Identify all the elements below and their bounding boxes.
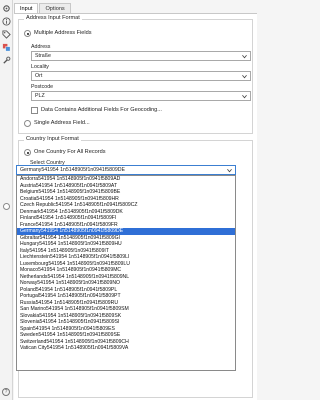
help-icon[interactable]: ? [2,388,10,396]
chevron-down-icon [227,168,232,173]
chevron-down-icon [242,74,247,79]
country-dropdown-list[interactable]: Andorra541954 1n5148905f1n0941f5809AD Aus… [16,175,236,371]
locality-field-label: Locality [31,64,49,70]
chevron-down-icon [242,94,247,99]
country-select-value: Germany541954 1n5148905f1n0941f5809DE [20,167,125,173]
multiple-address-radio[interactable] [24,30,31,37]
settings-icon[interactable] [2,4,11,13]
swatch-icon[interactable] [2,43,11,52]
postcode-field-label: Postcode [31,84,54,90]
tab-bar: Input Options [14,3,72,13]
per-record-country-radio[interactable] [3,203,10,210]
tab-input[interactable]: Input [14,3,39,13]
multiple-address-label: Multiple Address Fields [34,30,92,36]
address-field-select[interactable]: Straße [31,51,251,61]
one-country-label: One Country For All Records [34,149,106,155]
country-group-title: Country Input Format [24,136,81,142]
info-icon[interactable] [2,17,11,26]
tab-options[interactable]: Options [39,3,71,13]
tag-icon[interactable] [2,30,11,39]
one-country-radio[interactable] [24,149,31,156]
additional-fields-checkbox[interactable] [31,107,38,114]
single-address-radio[interactable] [24,120,31,127]
postcode-field-value: PLZ [35,93,45,99]
address-field-label: Address [31,44,51,50]
additional-fields-label: Data Contains Additional Fields For Geoc… [41,107,162,113]
chevron-down-icon [242,54,247,59]
address-field-value: Straße [35,53,51,59]
tool-icon-strip [0,0,13,400]
locality-field-select[interactable]: Ort [31,71,251,81]
postcode-field-select[interactable]: PLZ [31,91,251,101]
wrench-icon[interactable] [2,56,11,65]
country-select[interactable]: Germany541954 1n5148905f1n0941f5809DE [16,165,236,175]
single-address-label: Single Address Field... [34,120,90,126]
address-group-title: Address Input Format [24,15,82,21]
locality-field-value: Ort [35,73,43,79]
country-option[interactable]: Vatican City541954 1n5148905f1n0941f5809… [17,345,235,352]
